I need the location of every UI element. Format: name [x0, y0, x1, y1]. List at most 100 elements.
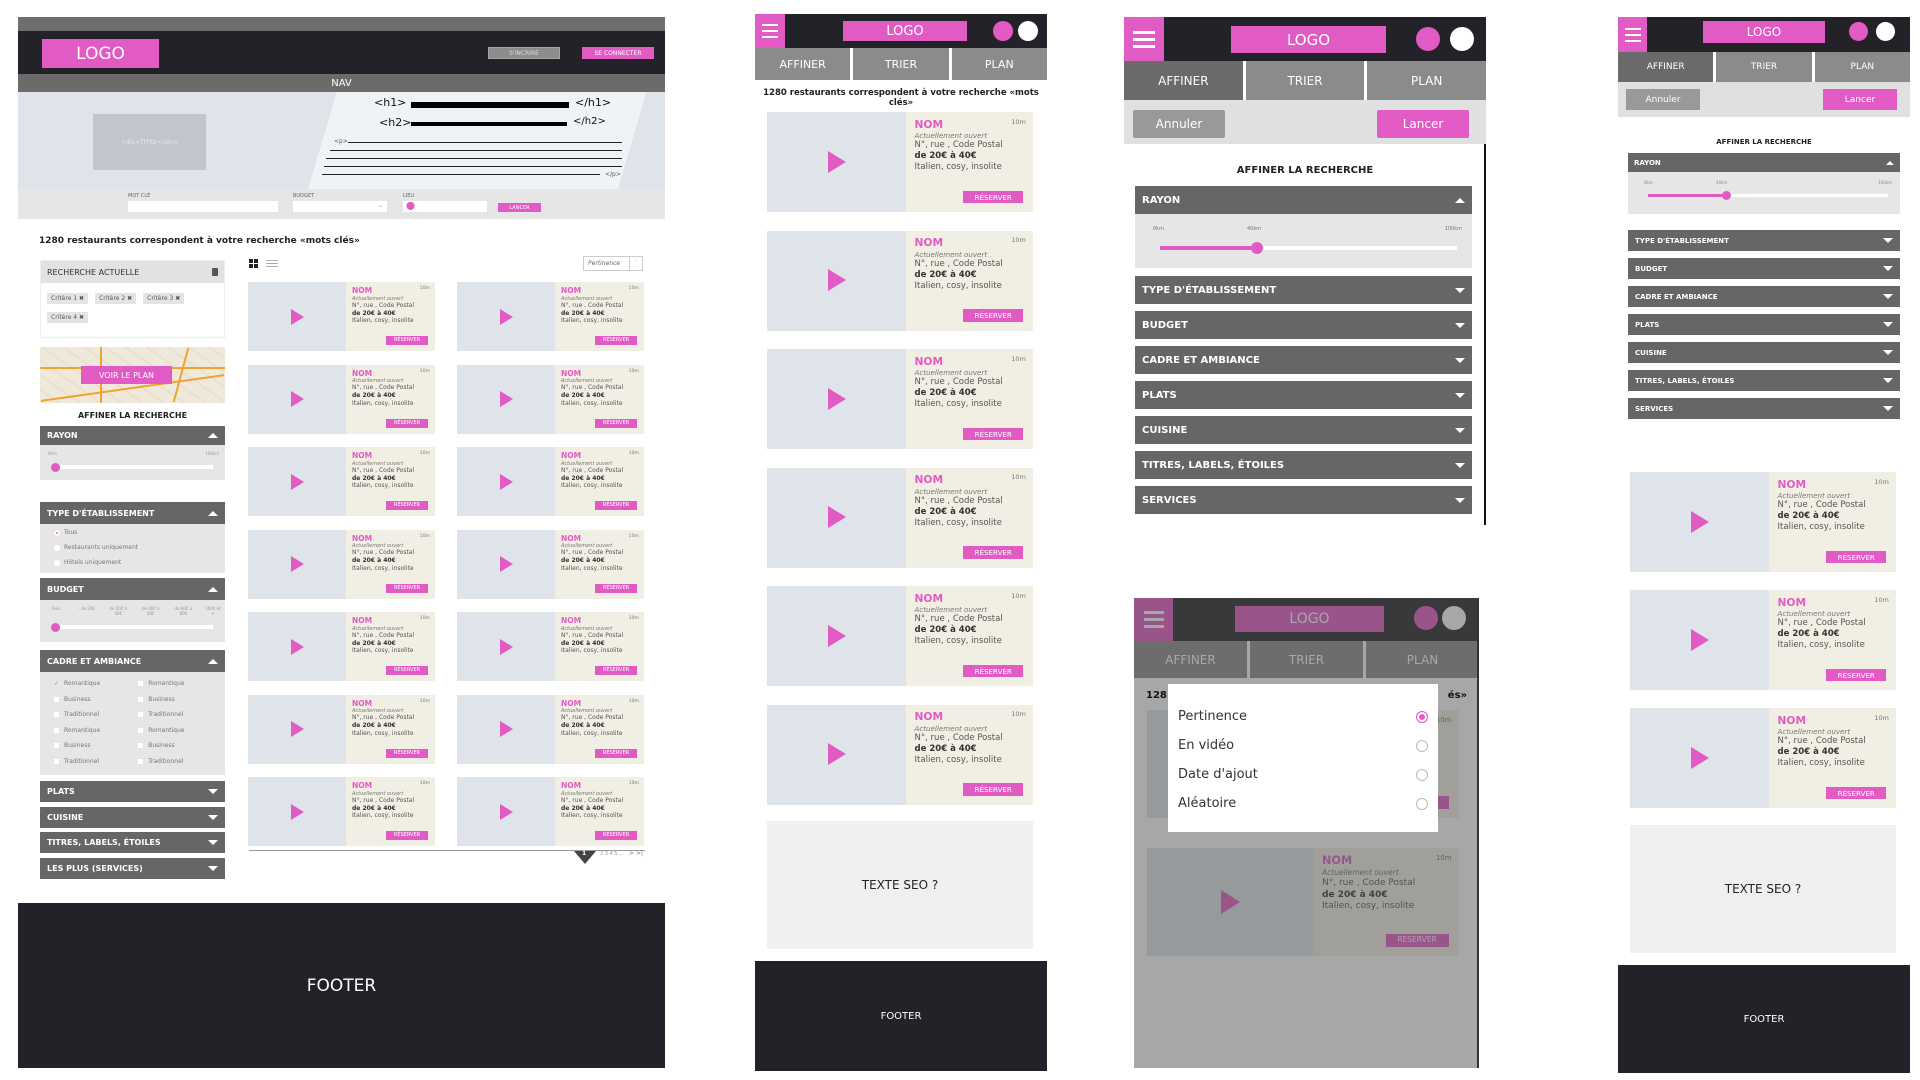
criterion-chip[interactable]: Critère 4 ✖ [47, 312, 89, 323]
tab-trier[interactable]: TRIER [1716, 52, 1812, 82]
video-thumbnail[interactable] [457, 282, 555, 351]
keyword-input[interactable] [128, 201, 278, 212]
accordion-rayon[interactable]: RAYON [40, 426, 225, 445]
book-button[interactable]: RÉSERVER [386, 336, 428, 345]
video-thumbnail[interactable] [248, 694, 346, 764]
checkbox-icon[interactable] [138, 727, 144, 733]
accordion-collapsed[interactable]: TYPE D'ÉTABLISSEMENT [1135, 276, 1472, 304]
mobile-logo[interactable]: LOGO [1703, 21, 1825, 43]
checkbox-icon[interactable] [138, 758, 144, 764]
restaurant-card[interactable]: NOMActuellement ouvertN°, rue , Code Pos… [248, 694, 435, 764]
checkbox-option[interactable]: Traditionnel [54, 754, 100, 770]
play-icon[interactable] [291, 638, 304, 655]
video-thumbnail[interactable] [248, 364, 346, 434]
video-thumbnail[interactable] [1630, 590, 1769, 690]
apply-button[interactable]: Lancer [1377, 110, 1469, 138]
book-button[interactable]: RÉSERVER [595, 831, 637, 840]
video-thumbnail[interactable] [457, 364, 555, 434]
accordion-collapsed[interactable]: CADRE ET AMBIANCE [1135, 346, 1472, 374]
video-thumbnail[interactable] [1630, 708, 1769, 808]
cancel-button[interactable]: Annuler [1133, 110, 1225, 138]
play-icon[interactable] [500, 308, 513, 325]
radio-icon[interactable] [1416, 739, 1428, 752]
book-button[interactable]: RÉSERVER [386, 831, 428, 840]
restaurant-card[interactable]: NOMActuellement ouvertN°, rue , Code Pos… [248, 364, 435, 434]
rayon-slider-knob[interactable] [1722, 191, 1731, 200]
video-thumbnail[interactable] [457, 694, 555, 764]
criterion-chip[interactable]: Critère 3 ✖ [143, 293, 185, 304]
sort-select[interactable]: Pertinence - [583, 256, 643, 271]
tab-affiner[interactable]: AFFINER [1124, 61, 1243, 100]
radio-icon[interactable] [1416, 768, 1428, 781]
next-page-icon[interactable]: > [629, 850, 634, 857]
book-button[interactable]: RÉSERVER [1826, 668, 1887, 682]
accordion-collapsed[interactable]: SERVICES [1628, 398, 1900, 419]
checkbox-icon[interactable] [138, 696, 144, 702]
video-thumbnail[interactable] [457, 612, 555, 681]
last-page-icon[interactable]: >| [636, 850, 643, 857]
play-icon[interactable] [1690, 746, 1709, 769]
checkbox-icon[interactable] [54, 743, 59, 749]
checkbox-option[interactable]: Romantique [138, 676, 184, 692]
tab-trier[interactable]: TRIER [853, 48, 949, 80]
book-button[interactable]: RÉSERVER [595, 666, 637, 675]
restaurant-card[interactable]: NOMActuellement ouvertN°, rue , Code Pos… [457, 282, 644, 351]
checkbox-option[interactable]: Business [54, 738, 100, 754]
play-icon[interactable] [291, 391, 304, 407]
video-thumbnail[interactable] [767, 704, 906, 805]
rayon-slider-knob[interactable] [51, 463, 60, 472]
video-thumbnail[interactable] [767, 230, 906, 331]
restaurant-card[interactable]: NOMActuellement ouvertN°, rue , Code Pos… [248, 612, 435, 681]
current-page[interactable]: 1 [582, 850, 586, 857]
play-icon[interactable] [500, 638, 513, 655]
play-icon[interactable] [291, 308, 304, 325]
book-button[interactable]: RÉSERVER [1826, 550, 1887, 564]
play-icon[interactable] [827, 743, 846, 766]
restaurant-card[interactable]: NOMActuellement ouvertN°, rue , Code Pos… [457, 529, 644, 599]
video-thumbnail[interactable] [248, 777, 346, 846]
play-icon[interactable] [827, 506, 846, 529]
map-preview[interactable]: VOIR LE PLAN [40, 347, 225, 403]
list-view-icon[interactable] [266, 260, 278, 268]
checkbox-icon[interactable] [138, 681, 144, 687]
book-button[interactable]: RÉSERVER [595, 336, 637, 345]
mobile-logo[interactable]: LOGO [1231, 26, 1386, 53]
account-icon[interactable] [993, 21, 1013, 41]
book-button[interactable]: RÉSERVER [963, 664, 1024, 678]
video-thumbnail[interactable] [767, 349, 906, 449]
rayon-slider-track[interactable] [55, 465, 213, 469]
play-icon[interactable] [1690, 510, 1709, 533]
budget-select[interactable]: ⌄ [293, 201, 387, 212]
video-thumbnail[interactable] [457, 529, 555, 599]
accordion-collapsed[interactable]: PLATS [40, 781, 225, 802]
radio-option[interactable]: Restaurants uniquement [54, 540, 211, 555]
play-icon[interactable] [500, 473, 513, 490]
checkmark-icon[interactable]: ✓ [54, 680, 59, 687]
video-thumbnail[interactable] [248, 447, 346, 516]
book-button[interactable]: RÉSERVER [963, 427, 1024, 441]
account-icon[interactable] [1416, 27, 1440, 51]
apply-button[interactable]: Lancer [1823, 89, 1897, 110]
menu-icon[interactable] [1618, 17, 1647, 52]
tab-plan[interactable]: PLAN [1814, 52, 1910, 82]
play-icon[interactable] [291, 803, 304, 820]
play-icon[interactable] [827, 150, 846, 173]
cancel-button[interactable]: Annuler [1626, 89, 1700, 110]
checkbox-option[interactable]: Business [138, 738, 184, 754]
accordion-type[interactable]: TYPE D'ÉTABLISSEMENT [40, 502, 225, 524]
restaurant-card[interactable]: NOMActuellement ouvertN°, rue , Code Pos… [767, 112, 1033, 212]
mobile-logo[interactable]: LOGO [843, 21, 967, 41]
tab-affiner[interactable]: AFFINER [1618, 52, 1714, 82]
notification-icon[interactable] [1450, 27, 1474, 51]
sort-option[interactable]: Date d'ajout [1178, 760, 1428, 789]
accordion-collapsed[interactable]: TITRES, LABELS, ÉTOILES [1628, 370, 1900, 391]
checkbox-option[interactable]: Romantique [54, 723, 100, 739]
sort-option[interactable]: En vidéo [1178, 731, 1428, 760]
video-thumbnail[interactable] [767, 112, 906, 212]
checkbox-option[interactable]: Business [138, 692, 184, 708]
accordion-collapsed[interactable]: CUISINE [40, 806, 225, 828]
sort-option[interactable]: Aléatoire [1178, 789, 1428, 818]
notification-icon[interactable] [1018, 21, 1038, 41]
accordion-cadre[interactable]: CADRE ET AMBIANCE [40, 650, 225, 672]
book-button[interactable]: RÉSERVER [595, 418, 637, 428]
